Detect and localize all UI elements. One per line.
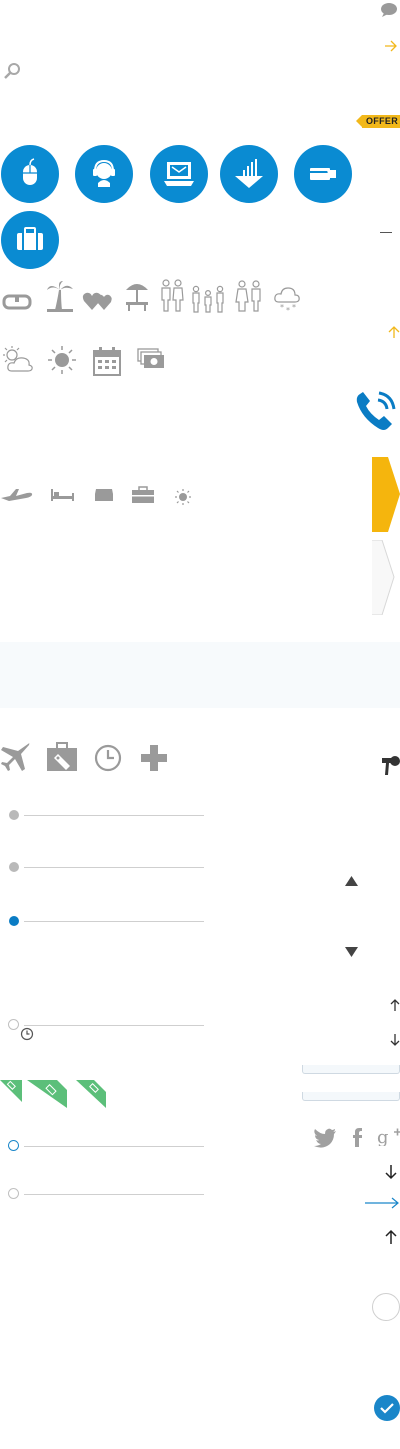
- small-clock-icon: [20, 1027, 34, 1041]
- offer-badge: OFFER: [356, 115, 400, 128]
- text-input[interactable]: [302, 1065, 400, 1074]
- suitcase-icon: [17, 227, 43, 250]
- hearts-icon: [82, 292, 112, 310]
- arrow-down-icon[interactable]: [385, 1164, 397, 1180]
- checkmark-icon: [380, 1403, 394, 1414]
- svg-text:*: *: [292, 303, 296, 312]
- long-arrow-right-icon[interactable]: [364, 1196, 400, 1210]
- payment-button[interactable]: [294, 145, 352, 203]
- small-sun-icon: [175, 489, 191, 505]
- calendar-icon: [93, 347, 121, 376]
- snorkel-mask-icon: [2, 294, 32, 310]
- mouse-button[interactable]: [1, 145, 59, 203]
- google-plus-icon[interactable]: g: [377, 1126, 400, 1146]
- arrow-right-icon[interactable]: [384, 40, 398, 52]
- card-payment-icon: [310, 168, 336, 180]
- laptop-email-icon: [164, 162, 194, 186]
- phone-call-icon[interactable]: [354, 388, 400, 434]
- drawer-icon: [95, 489, 113, 501]
- clock-icon: [94, 744, 122, 772]
- slider-handle-active[interactable]: [9, 916, 19, 926]
- snow-cloud-icon: * * *: [274, 287, 300, 314]
- first-aid-kit-icon: [132, 486, 154, 503]
- discount-tag-icon: [27, 1080, 67, 1108]
- chat-bubble-icon[interactable]: [380, 2, 398, 18]
- sun-icon: [48, 346, 76, 374]
- email-button[interactable]: [150, 145, 208, 203]
- couple-icon: [235, 280, 261, 312]
- slider-track[interactable]: [24, 867, 204, 868]
- triangle-up-icon[interactable]: [345, 876, 358, 886]
- triangle-down-icon[interactable]: [345, 947, 358, 957]
- partly-sunny-icon: [3, 346, 33, 372]
- plane-icon: [1, 743, 30, 771]
- next-slide-outline-button[interactable]: [372, 540, 400, 615]
- bed-icon: [51, 489, 74, 501]
- arrow-up-icon[interactable]: [388, 325, 400, 339]
- headset-support-icon: [93, 159, 115, 187]
- search-icon[interactable]: [3, 62, 21, 80]
- arrow-up-icon[interactable]: [385, 1229, 397, 1245]
- slider-track[interactable]: [24, 1194, 204, 1195]
- arrow-up-small-icon[interactable]: [390, 998, 400, 1012]
- suitcase-button[interactable]: [1, 211, 59, 269]
- text-input[interactable]: [302, 1092, 400, 1101]
- discount-tag-icon: [76, 1080, 106, 1108]
- slider-track[interactable]: [24, 921, 204, 922]
- slider-handle[interactable]: [9, 862, 19, 872]
- slider-handle-empty-active[interactable]: [8, 1140, 19, 1151]
- palm-tree-icon: [47, 281, 73, 312]
- discount-tag-icon: [0, 1080, 22, 1102]
- beach-umbrella-icon: [126, 284, 148, 311]
- arrow-down-small-icon[interactable]: [390, 1033, 400, 1047]
- airplane-icon: [1, 489, 33, 501]
- radio-unchecked[interactable]: [372, 1293, 400, 1321]
- mouse-icon: [23, 158, 37, 185]
- slider-track[interactable]: [24, 815, 204, 816]
- svg-text:g: g: [377, 1127, 389, 1146]
- slider-handle-empty[interactable]: [8, 1019, 19, 1030]
- growth-button[interactable]: [220, 145, 278, 203]
- twitter-icon[interactable]: [313, 1128, 337, 1148]
- facebook-icon[interactable]: [351, 1127, 363, 1147]
- slider-track[interactable]: [24, 1146, 204, 1147]
- money-icon: [137, 348, 164, 368]
- checkbox-checked[interactable]: [374, 1395, 400, 1421]
- minimize-icon[interactable]: [380, 232, 392, 233]
- svg-text:*: *: [286, 306, 290, 314]
- slider-handle[interactable]: [9, 810, 19, 820]
- support-button[interactable]: [75, 145, 133, 203]
- slider-track[interactable]: [24, 1025, 204, 1026]
- next-slide-button[interactable]: [372, 457, 400, 532]
- slider-handle-empty[interactable]: [8, 1188, 19, 1199]
- luggage-tag-icon: [47, 742, 77, 771]
- family-icon: [161, 279, 184, 312]
- plus-icon: [141, 745, 167, 771]
- svg-text:*: *: [280, 303, 284, 312]
- highlight-band: [0, 642, 400, 708]
- chart-growth-icon: [235, 159, 263, 188]
- family-children-icon: [192, 285, 224, 313]
- hairdryer-icon[interactable]: [380, 755, 400, 777]
